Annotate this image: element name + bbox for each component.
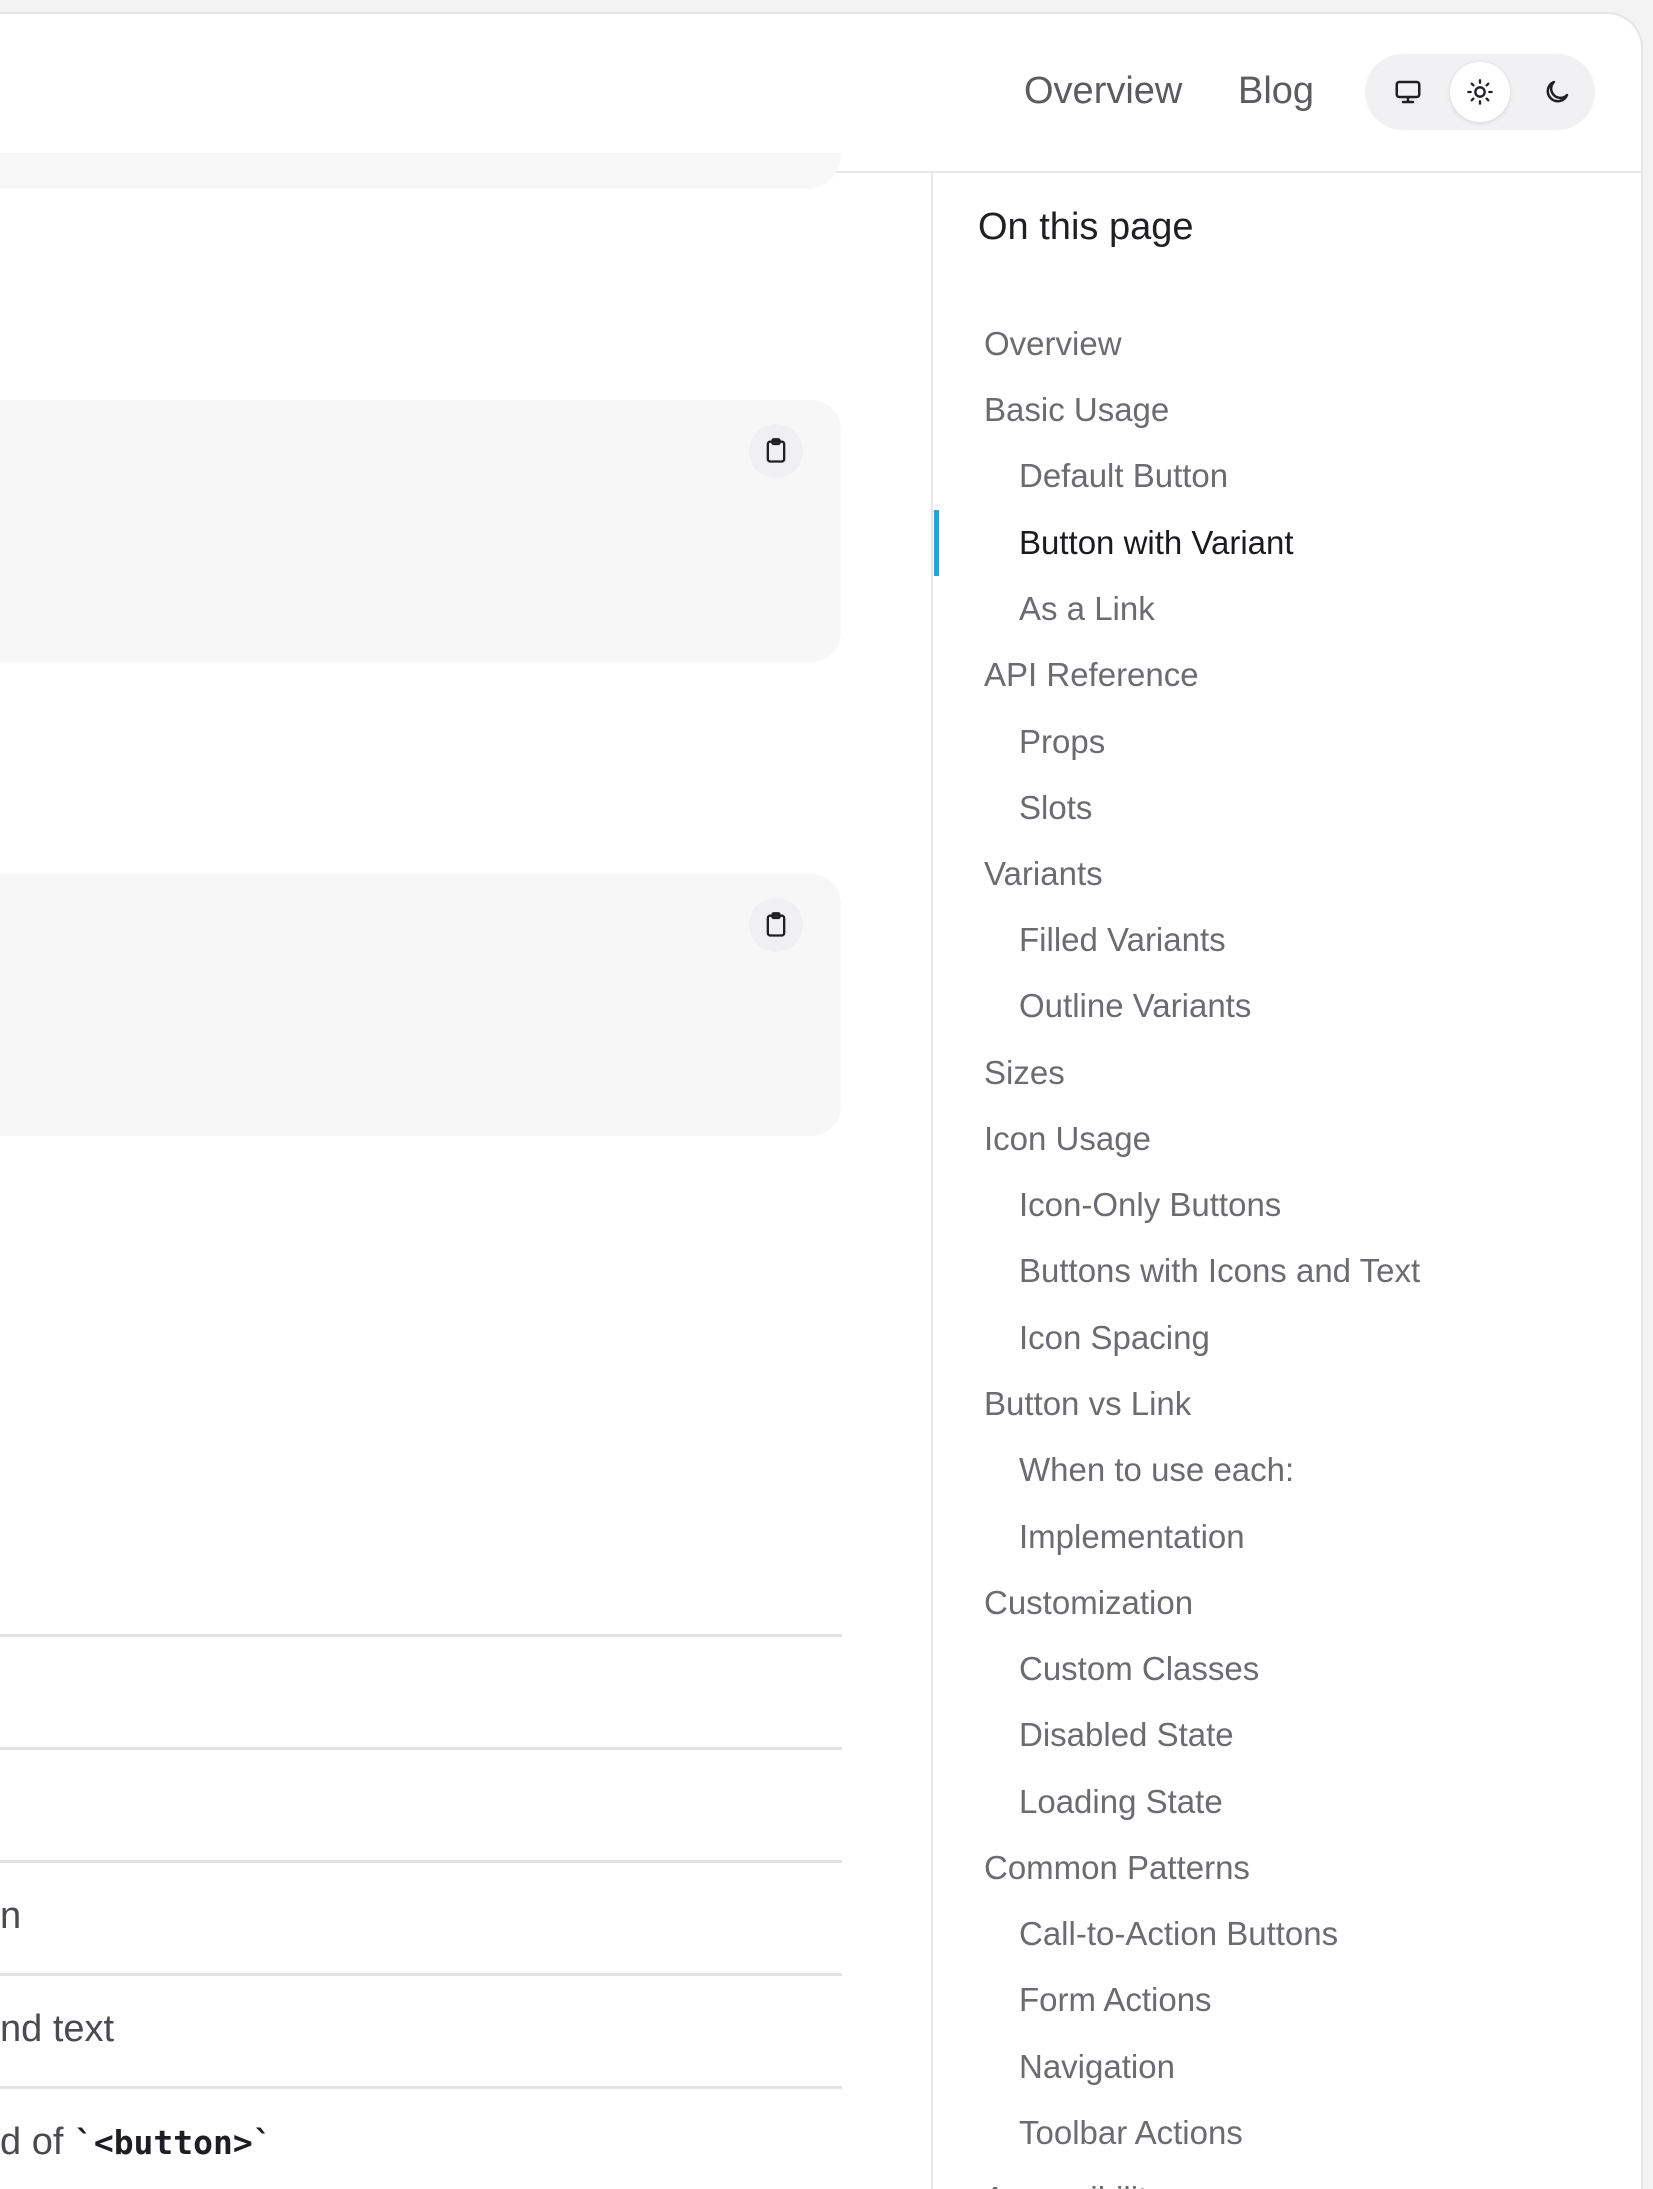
preview-card [0, 153, 841, 189]
toc-item[interactable]: Basic Usage [984, 390, 1169, 430]
toc-item[interactable]: Common Patterns [984, 1848, 1250, 1888]
toc-item[interactable]: Overview [984, 324, 1122, 364]
nav-blog-link[interactable]: Blog [1238, 70, 1314, 113]
toc-item[interactable]: Icon-Only Buttons [1019, 1185, 1281, 1225]
toc-item[interactable]: Customization [984, 1583, 1193, 1623]
main-content: n nd text d of `<button>` [0, 153, 933, 2189]
table-cell-text: d of `<button>` [0, 2121, 273, 2164]
sun-icon [1467, 79, 1493, 105]
toc-title: On this page [978, 206, 1194, 248]
toc-item[interactable]: Default Button [1019, 456, 1228, 496]
toc-item[interactable]: Outline Variants [1019, 986, 1251, 1026]
top-header: Overview Blog [0, 14, 1641, 173]
table-divider [0, 2086, 842, 2089]
toc-item[interactable]: Props [1019, 722, 1105, 762]
theme-switcher [1365, 54, 1595, 130]
toc-item[interactable]: Call-to-Action Buttons [1019, 1914, 1338, 1954]
toc-item[interactable]: Buttons with Icons and Text [1019, 1251, 1420, 1291]
toc-item[interactable]: API Reference [984, 655, 1199, 695]
toc-item[interactable]: Filled Variants [1019, 920, 1226, 960]
on-this-page-toc: On this page Overview Basic Usage Defaul… [933, 173, 1641, 2189]
toc-item[interactable]: Custom Classes [1019, 1649, 1259, 1689]
docs-page: Overview Blog n nd text d of `<button>` … [0, 12, 1643, 2189]
clipboard-icon [766, 912, 786, 937]
table-divider [0, 1973, 842, 1976]
toc-item[interactable]: Form Actions [1019, 1980, 1212, 2020]
toc-item[interactable]: Icon Spacing [1019, 1318, 1210, 1358]
toc-item[interactable]: Loading State [1019, 1782, 1223, 1822]
table-divider [0, 1747, 842, 1750]
toc-item[interactable]: Toolbar Actions [1019, 2113, 1243, 2153]
light-theme-button[interactable] [1450, 62, 1510, 122]
clipboard-icon [766, 438, 786, 463]
table-cell-text: nd text [0, 2008, 115, 2050]
table-cell-text: n [0, 1895, 22, 1937]
toc-item[interactable]: Disabled State [1019, 1715, 1234, 1755]
toc-item[interactable]: Sizes [984, 1053, 1065, 1093]
code-block [0, 874, 841, 1136]
toc-item[interactable]: When to use each: [1019, 1450, 1294, 1490]
code-block [0, 400, 841, 662]
copy-code-button[interactable] [749, 424, 803, 478]
toc-item[interactable]: Implementation [1019, 1517, 1245, 1557]
nav-overview-link[interactable]: Overview [1024, 70, 1182, 113]
toc-item[interactable]: Accessibility [984, 2179, 1164, 2189]
toc-item[interactable]: Variants [984, 854, 1103, 894]
toc-item[interactable]: Slots [1019, 788, 1092, 828]
toc-item[interactable]: Icon Usage [984, 1119, 1151, 1159]
toc-item[interactable]: Navigation [1019, 2047, 1175, 2087]
toc-item[interactable]: As a Link [1019, 589, 1155, 629]
table-divider [0, 1860, 842, 1863]
moon-icon [1546, 80, 1569, 103]
dark-theme-button[interactable] [1527, 62, 1587, 122]
copy-code-button[interactable] [749, 898, 803, 952]
toc-item[interactable]: Button vs Link [984, 1384, 1191, 1424]
toc-item-active[interactable]: Button with Variant [1019, 523, 1294, 563]
inline-code: `<button>` [73, 2123, 273, 2162]
toc-active-indicator [934, 510, 939, 576]
table-cell-text-part: d of [0, 2121, 74, 2163]
table-divider [0, 1634, 842, 1637]
system-theme-button[interactable] [1378, 62, 1438, 122]
monitor-icon [1395, 80, 1421, 104]
